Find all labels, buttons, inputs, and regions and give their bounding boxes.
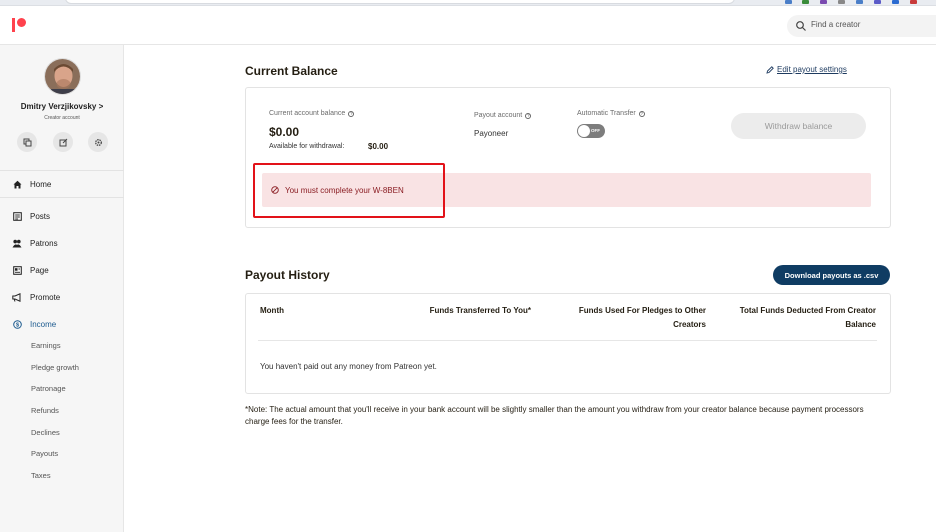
edit-icon <box>59 138 67 146</box>
address-bar[interactable] <box>65 0 735 4</box>
column-header-funds-transferred[interactable]: Funds Transferred To You* <box>400 304 531 318</box>
search-input[interactable]: Find a creator <box>787 15 936 37</box>
current-balance-label: Current account balance ? <box>269 110 355 117</box>
sidebar-divider <box>0 197 124 198</box>
payout-history-title: Payout History <box>245 268 330 282</box>
promote-icon <box>12 292 22 302</box>
help-icon[interactable]: ? <box>638 110 645 117</box>
search-icon <box>796 21 806 31</box>
current-balance-title: Current Balance <box>245 64 338 78</box>
current-balance-value: $0.00 <box>269 125 300 139</box>
sidebar-subitem-pledge-growth[interactable]: Pledge growth <box>31 363 79 372</box>
edit-payout-settings-link[interactable]: Edit payout settings <box>766 65 847 74</box>
patreon-logo-icon[interactable] <box>12 18 26 32</box>
extension-icon[interactable] <box>820 0 827 4</box>
sidebar-subitem-payouts[interactable]: Payouts <box>31 449 58 458</box>
payout-account-value: Payoneer <box>474 129 509 138</box>
avatar[interactable] <box>44 58 81 95</box>
extension-icon[interactable] <box>910 0 917 4</box>
payout-account-label: Payout account ? <box>474 112 532 119</box>
automatic-transfer-toggle[interactable]: OFF <box>577 124 605 138</box>
home-icon <box>12 179 22 189</box>
extension-icon[interactable] <box>856 0 863 4</box>
sidebar-item-label: Page <box>30 265 49 275</box>
sidebar-subitem-refunds[interactable]: Refunds <box>31 406 59 415</box>
extension-icon[interactable] <box>892 0 899 4</box>
help-icon[interactable]: ? <box>348 110 355 117</box>
settings-button[interactable] <box>88 132 108 152</box>
extension-icon[interactable] <box>838 0 845 4</box>
column-header-total-deducted[interactable]: Total Funds Deducted From Creator Balanc… <box>712 304 876 332</box>
patrons-icon <box>12 238 22 248</box>
sidebar-item-label: Home <box>30 179 52 189</box>
posts-icon <box>12 211 22 221</box>
creator-role: Creator account <box>44 115 80 121</box>
annotation-highlight-box <box>253 163 445 218</box>
sidebar-item-home[interactable]: Home <box>0 174 124 194</box>
switch-account-button[interactable] <box>17 132 37 152</box>
sidebar-subitem-taxes[interactable]: Taxes <box>31 471 51 480</box>
current-balance-label-text: Current account balance <box>269 110 346 117</box>
sidebar-item-label: Income <box>30 319 57 329</box>
pencil-icon <box>766 65 774 74</box>
extension-icon[interactable] <box>874 0 881 4</box>
column-header-funds-pledges[interactable]: Funds Used For Pledges to Other Creators <box>546 304 706 332</box>
sidebar-subitem-earnings[interactable]: Earnings <box>31 341 61 350</box>
edit-payout-settings-label: Edit payout settings <box>777 65 847 74</box>
page-icon <box>12 265 22 275</box>
sidebar-item-label: Patrons <box>30 238 58 248</box>
sidebar-item-posts[interactable]: Posts <box>0 206 124 226</box>
toggle-state: OFF <box>591 128 600 133</box>
sidebar-subitem-declines[interactable]: Declines <box>31 428 60 437</box>
empty-state-text: You haven't paid out any money from Patr… <box>260 362 437 371</box>
sidebar-item-patrons[interactable]: Patrons <box>0 233 124 253</box>
sidebar-item-page[interactable]: Page <box>0 260 124 280</box>
available-label: Available for withdrawal: <box>269 143 345 150</box>
extension-icon[interactable] <box>802 0 809 4</box>
sidebar-divider <box>0 170 124 171</box>
sidebar: Dmitry Verzjikovsky > Creator account Ho… <box>0 45 124 532</box>
sidebar-item-label: Promote <box>30 292 61 302</box>
column-header-month[interactable]: Month <box>260 304 284 318</box>
help-icon[interactable]: ? <box>525 112 532 119</box>
sidebar-item-income[interactable]: $ Income <box>0 314 124 334</box>
fee-note: *Note: The actual amount that you'll rec… <box>245 405 864 426</box>
sidebar-item-label: Posts <box>30 211 51 221</box>
creator-name[interactable]: Dmitry Verzjikovsky > <box>0 102 124 111</box>
toggle-knob <box>578 125 590 137</box>
sidebar-subitem-patronage[interactable]: Patronage <box>31 384 66 393</box>
withdraw-balance-button[interactable]: Withdraw balance <box>731 113 866 139</box>
search-placeholder: Find a creator <box>811 20 861 29</box>
gear-icon <box>94 138 102 146</box>
top-header: Find a creator <box>0 6 936 45</box>
table-divider <box>258 340 877 341</box>
automatic-transfer-label: Automatic Transfer ? <box>577 110 645 117</box>
svg-text:$: $ <box>15 322 18 328</box>
extension-icon[interactable] <box>785 0 792 4</box>
payout-account-label-text: Payout account <box>474 112 523 119</box>
automatic-transfer-label-text: Automatic Transfer <box>577 110 636 117</box>
edit-page-button[interactable] <box>53 132 73 152</box>
download-csv-button[interactable]: Download payouts as .csv <box>773 265 890 285</box>
income-icon: $ <box>12 319 22 329</box>
available-value: $0.00 <box>368 142 389 151</box>
sidebar-item-promote[interactable]: Promote <box>0 287 124 307</box>
switch-icon <box>23 138 31 146</box>
